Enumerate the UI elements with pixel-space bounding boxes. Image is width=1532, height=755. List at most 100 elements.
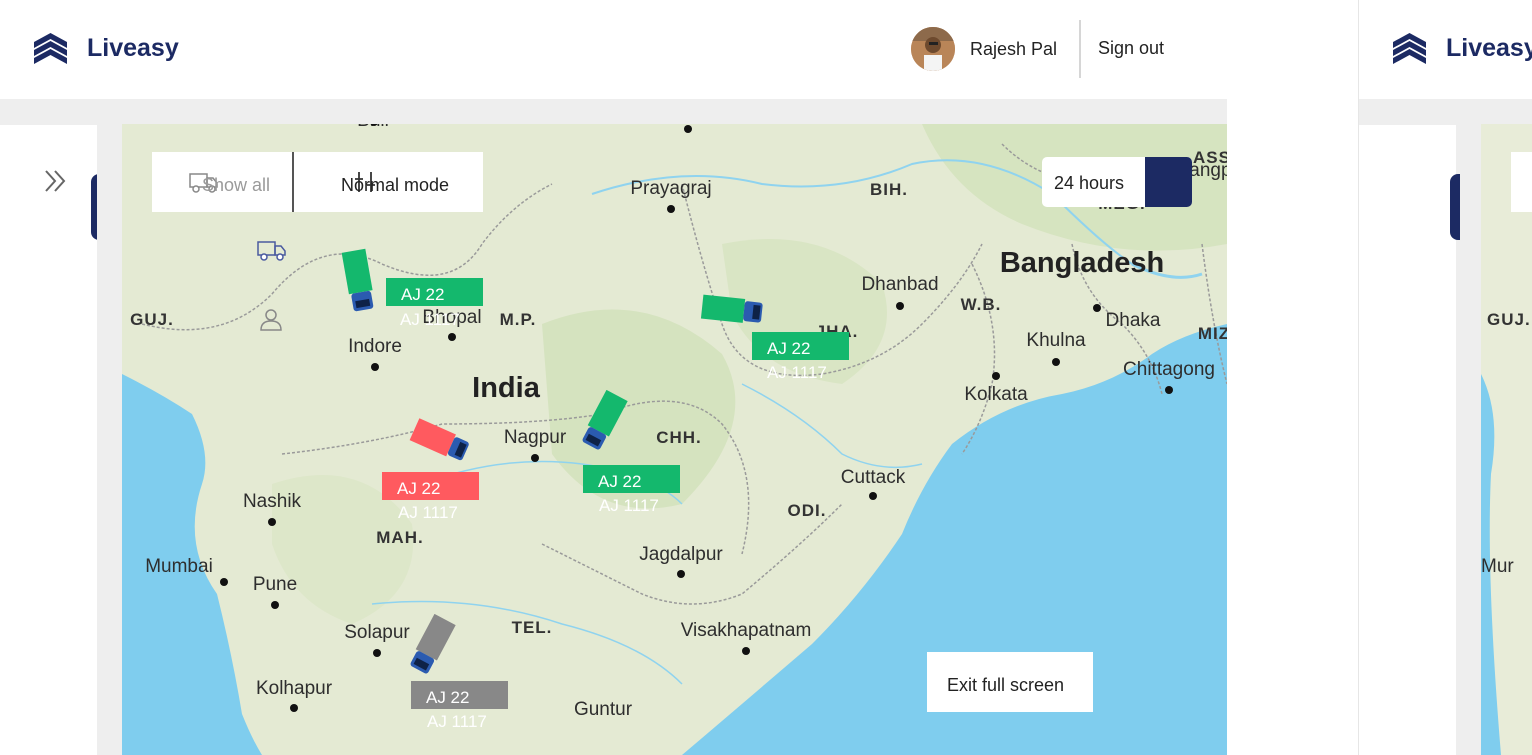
city-label: Mur	[1481, 556, 1514, 577]
truck-marker-icon[interactable]	[578, 390, 628, 454]
city-dot	[268, 518, 276, 526]
user-outline-icon[interactable]	[259, 307, 283, 331]
show-all-toggle[interactable]: Show all	[202, 175, 270, 196]
truck-label[interactable]: AJ 22	[583, 465, 680, 493]
truck-sub-id: AJ 1117	[427, 712, 487, 731]
city-label: Chittagong	[1123, 359, 1215, 380]
page-gutter	[1227, 0, 1358, 755]
time-range-selector[interactable]: 24 hours	[1042, 157, 1192, 207]
app-root: Liveasy Rajesh Pal Sign out India Bangla…	[0, 0, 1532, 755]
secondary-view: Liveasy GUJ. Mur	[1358, 0, 1532, 755]
truck-outline-icon[interactable]	[257, 238, 287, 262]
city-label: Jagdalpur	[639, 544, 723, 565]
truck-id: AJ 22	[598, 472, 642, 491]
secondary-map: GUJ. Mur	[1481, 124, 1532, 755]
city-label: Dhanbad	[861, 274, 939, 295]
truck-sub-id: AJ 1117	[599, 496, 659, 515]
header-divider	[1079, 20, 1081, 78]
left-rail-band	[0, 99, 97, 125]
truck-sub-id: AJ 1117	[400, 310, 460, 329]
state-label: BIH.	[870, 180, 908, 199]
truck-marker-icon[interactable]	[339, 248, 383, 316]
city-label: Khulna	[1026, 330, 1086, 351]
truck-label[interactable]: AJ 22	[752, 332, 849, 360]
user-name: Rajesh Pal	[970, 38, 1058, 59]
left-rail	[0, 99, 97, 755]
city-label: Pune	[252, 574, 298, 595]
city-label: Guntur	[573, 699, 633, 720]
brand-logo-secondary[interactable]: Liveasy	[1393, 33, 1532, 64]
city-dot	[220, 578, 228, 586]
city-label: Nagpur	[503, 427, 567, 448]
truck-label[interactable]: AJ 22	[382, 472, 479, 500]
city-dot	[371, 363, 379, 371]
city-label: Kolkata	[964, 384, 1028, 405]
map-left-gutter	[97, 125, 122, 755]
content-top-band	[0, 99, 1227, 125]
country-label-bangladesh: Bangladesh	[999, 247, 1165, 279]
city-dot	[448, 333, 456, 341]
state-label: W.B.	[960, 295, 1002, 314]
truck-marker-icon[interactable]	[406, 614, 456, 678]
brand-name-secondary: Liveasy	[1446, 34, 1532, 62]
state-label: MIZ	[1197, 324, 1227, 343]
chevron-logo-icon	[1393, 33, 1426, 64]
secondary-band	[1359, 99, 1532, 125]
state-label: M.P.	[499, 310, 537, 329]
time-range-label: 24 hours	[1054, 173, 1125, 193]
city-label: Indore	[348, 336, 402, 357]
city-dot	[290, 704, 298, 712]
city-label: Mumbai	[145, 556, 213, 577]
state-label: GUJ.	[130, 310, 174, 329]
time-range-button[interactable]	[1145, 157, 1192, 207]
avatar[interactable]	[911, 27, 955, 71]
chevron-logo-icon	[34, 33, 67, 64]
city-dot	[1093, 304, 1101, 312]
city-dot	[667, 205, 675, 213]
truck-id: AJ 22	[401, 285, 445, 304]
user-profile[interactable]: Rajesh Pal	[911, 27, 1057, 71]
double-chevron-right-icon[interactable]	[43, 168, 69, 194]
exit-fullscreen-button[interactable]: Exit full screen	[927, 652, 1093, 712]
state-label: ODI.	[787, 501, 827, 520]
truck-marker-icon[interactable]	[700, 290, 770, 330]
city-label: Prayagraj	[630, 178, 712, 199]
truck-sub-id: AJ 1117	[767, 363, 827, 382]
city-dot	[684, 125, 692, 133]
city-label: Solapur	[344, 622, 410, 643]
top-header: Liveasy Rajesh Pal Sign out	[0, 0, 1227, 99]
city-label: Dhaka	[1105, 310, 1161, 331]
city-dot	[896, 302, 904, 310]
city-label: Nashik	[242, 491, 302, 512]
city-dot	[677, 570, 685, 578]
city-dot	[373, 649, 381, 657]
city-dot	[1165, 386, 1173, 394]
city-dot	[531, 454, 539, 462]
state-label: TEL.	[511, 618, 553, 637]
sign-out-link[interactable]: Sign out	[1098, 38, 1164, 59]
city-label: Visakhapatnam	[680, 620, 812, 641]
city-dot	[869, 492, 877, 500]
secondary-filter-box	[1511, 152, 1532, 212]
map-view[interactable]: India Bangladesh GUJ. M.P. CHH. MAH. TEL…	[122, 124, 1227, 755]
city-dot	[1052, 358, 1060, 366]
state-label: GUJ.	[1487, 310, 1531, 329]
truck-marker-icon[interactable]	[408, 416, 474, 466]
truck-label[interactable]: AJ 22	[386, 278, 483, 306]
brand-logo[interactable]: Liveasy	[34, 33, 179, 64]
truck-id: AJ 22	[426, 688, 470, 707]
city-dot	[992, 372, 1000, 380]
truck-id: AJ 22	[767, 339, 811, 358]
city-label: Kolhapur	[255, 678, 333, 699]
truck-id: AJ 22	[397, 479, 441, 498]
truck-label[interactable]: AJ 22	[411, 681, 508, 709]
truck-sub-id: AJ 1117	[398, 503, 458, 522]
city-label: Cuttack	[840, 467, 906, 488]
state-label: CHH.	[656, 428, 702, 447]
state-label: MAH.	[376, 528, 424, 547]
normal-mode-toggle[interactable]: Normal mode	[341, 175, 449, 196]
filter-divider	[292, 152, 294, 212]
brand-name: Liveasy	[87, 34, 179, 62]
secondary-sidebar-tab[interactable]	[1450, 174, 1460, 240]
city-dot	[742, 647, 750, 655]
